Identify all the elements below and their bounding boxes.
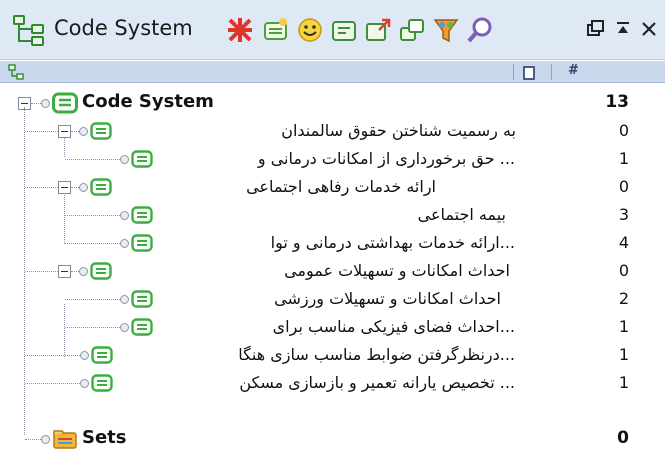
tree-root-sets[interactable]: Sets 0	[0, 425, 665, 450]
code-label: بیمه اجتماعی	[417, 205, 506, 224]
code-label: ... حق برخورداری از امکانات درمانی و	[257, 149, 515, 168]
code-icon	[90, 122, 112, 140]
code-tree-header-icon	[8, 64, 24, 80]
color-filter-icon[interactable]	[432, 16, 460, 44]
tree-item-code[interactable]: ... تخصیص یارانه تعمیر و بازسازی مسکن 1	[0, 369, 665, 397]
code-count: 0	[618, 261, 629, 280]
code-status-dot	[80, 379, 89, 388]
sets-count: 0	[617, 428, 629, 448]
code-icon	[131, 150, 153, 168]
code-status-dot	[120, 323, 129, 332]
code-status-dot	[79, 267, 88, 276]
code-count: 0	[618, 121, 629, 140]
code-system-tree-icon	[12, 13, 46, 47]
code-status-dot	[79, 183, 88, 192]
code-count: 2	[618, 289, 629, 308]
window-title: Code System	[54, 16, 193, 40]
code-count: 13	[605, 92, 629, 112]
tree-item-code[interactable]: ارائه خدمات رفاهی اجتماعی 0	[0, 173, 665, 201]
collapse-toggle[interactable]	[58, 181, 71, 194]
code-favorites-icon[interactable]	[330, 16, 358, 44]
code-label: احداث امکانات و تسهیلات ورزشی	[274, 289, 501, 308]
code-tree-header: #	[0, 61, 665, 83]
code-label: ... تخصیص یارانه تعمیر و بازسازی مسکن	[239, 373, 515, 392]
code-count: 0	[618, 177, 629, 196]
code-icon	[90, 178, 112, 196]
code-count: 1	[618, 317, 629, 336]
code-count: 4	[618, 233, 629, 252]
code-icon	[131, 234, 153, 252]
code-status-dot	[120, 295, 129, 304]
pin-window-icon[interactable]	[612, 18, 634, 40]
header-separator[interactable]	[551, 64, 552, 80]
tree-item-code[interactable]: به رسمیت شناختن حقوق سالمندان 0	[0, 117, 665, 145]
code-label: Code System	[82, 91, 214, 112]
tree-item-code[interactable]: ...درنظرگرفتن ضوابط مناسب سازی هنگا 1	[0, 341, 665, 369]
code-icon	[131, 318, 153, 336]
activate-all-codes-icon[interactable]	[226, 16, 254, 44]
close-window-icon[interactable]	[638, 18, 660, 40]
code-status-dot	[120, 155, 129, 164]
tree-item-code[interactable]: ...احداث فضای فیزیکی مناسب برای 1	[0, 313, 665, 341]
tree-item-code[interactable]: ... حق برخورداری از امکانات درمانی و 1	[0, 145, 665, 173]
sets-label: Sets	[82, 427, 127, 448]
code-label: ...احداث فضای فیزیکی مناسب برای	[272, 317, 515, 336]
code-system-titlebar: Code System	[0, 0, 665, 60]
code-matrix-icon[interactable]	[364, 16, 392, 44]
code-label: ...درنظرگرفتن ضوابط مناسب سازی هنگا	[238, 345, 515, 364]
search-code-icon[interactable]	[466, 16, 494, 44]
code-status-dot	[80, 351, 89, 360]
code-system-icon	[52, 92, 78, 114]
header-separator[interactable]	[513, 64, 514, 80]
code-count: 1	[618, 149, 629, 168]
code-status-dot	[79, 127, 88, 136]
emoticode-icon[interactable]	[296, 16, 324, 44]
undock-window-icon[interactable]	[584, 18, 606, 40]
tree-root-code-system[interactable]: Code System 13	[0, 89, 665, 117]
tree-item-code[interactable]: احداث امکانات و تسهیلات عمومی 0	[0, 257, 665, 285]
memo-column-icon[interactable]	[523, 65, 535, 80]
count-column-header[interactable]: #	[568, 63, 579, 78]
code-icon	[90, 262, 112, 280]
code-status-dot	[41, 435, 50, 444]
code-count: 3	[618, 205, 629, 224]
code-label: احداث امکانات و تسهیلات عمومی	[284, 261, 510, 280]
code-status-dot	[41, 99, 50, 108]
collapse-toggle[interactable]	[58, 125, 71, 138]
code-relations-icon[interactable]	[398, 16, 426, 44]
code-icon	[91, 374, 113, 392]
code-icon	[131, 206, 153, 224]
tree-item-code[interactable]: احداث امکانات و تسهیلات ورزشی 2	[0, 285, 665, 313]
new-code-icon[interactable]	[262, 16, 290, 44]
code-label: ارائه خدمات رفاهی اجتماعی	[246, 177, 436, 196]
code-label: ...ارائه خدمات بهداشتی درمانی و توا	[270, 233, 515, 252]
sets-folder-icon	[52, 427, 78, 449]
code-icon	[131, 290, 153, 308]
code-count: 1	[618, 345, 629, 364]
code-count: 1	[618, 373, 629, 392]
code-status-dot	[120, 239, 129, 248]
code-label: به رسمیت شناختن حقوق سالمندان	[281, 121, 516, 140]
collapse-toggle[interactable]	[58, 265, 71, 278]
code-icon	[91, 346, 113, 364]
tree-item-code[interactable]: بیمه اجتماعی 3	[0, 201, 665, 229]
code-status-dot	[120, 211, 129, 220]
tree-item-code[interactable]: ...ارائه خدمات بهداشتی درمانی و توا 4	[0, 229, 665, 257]
code-tree: Code System 13 به رسمیت شناختن حقوق سالم…	[0, 85, 665, 450]
